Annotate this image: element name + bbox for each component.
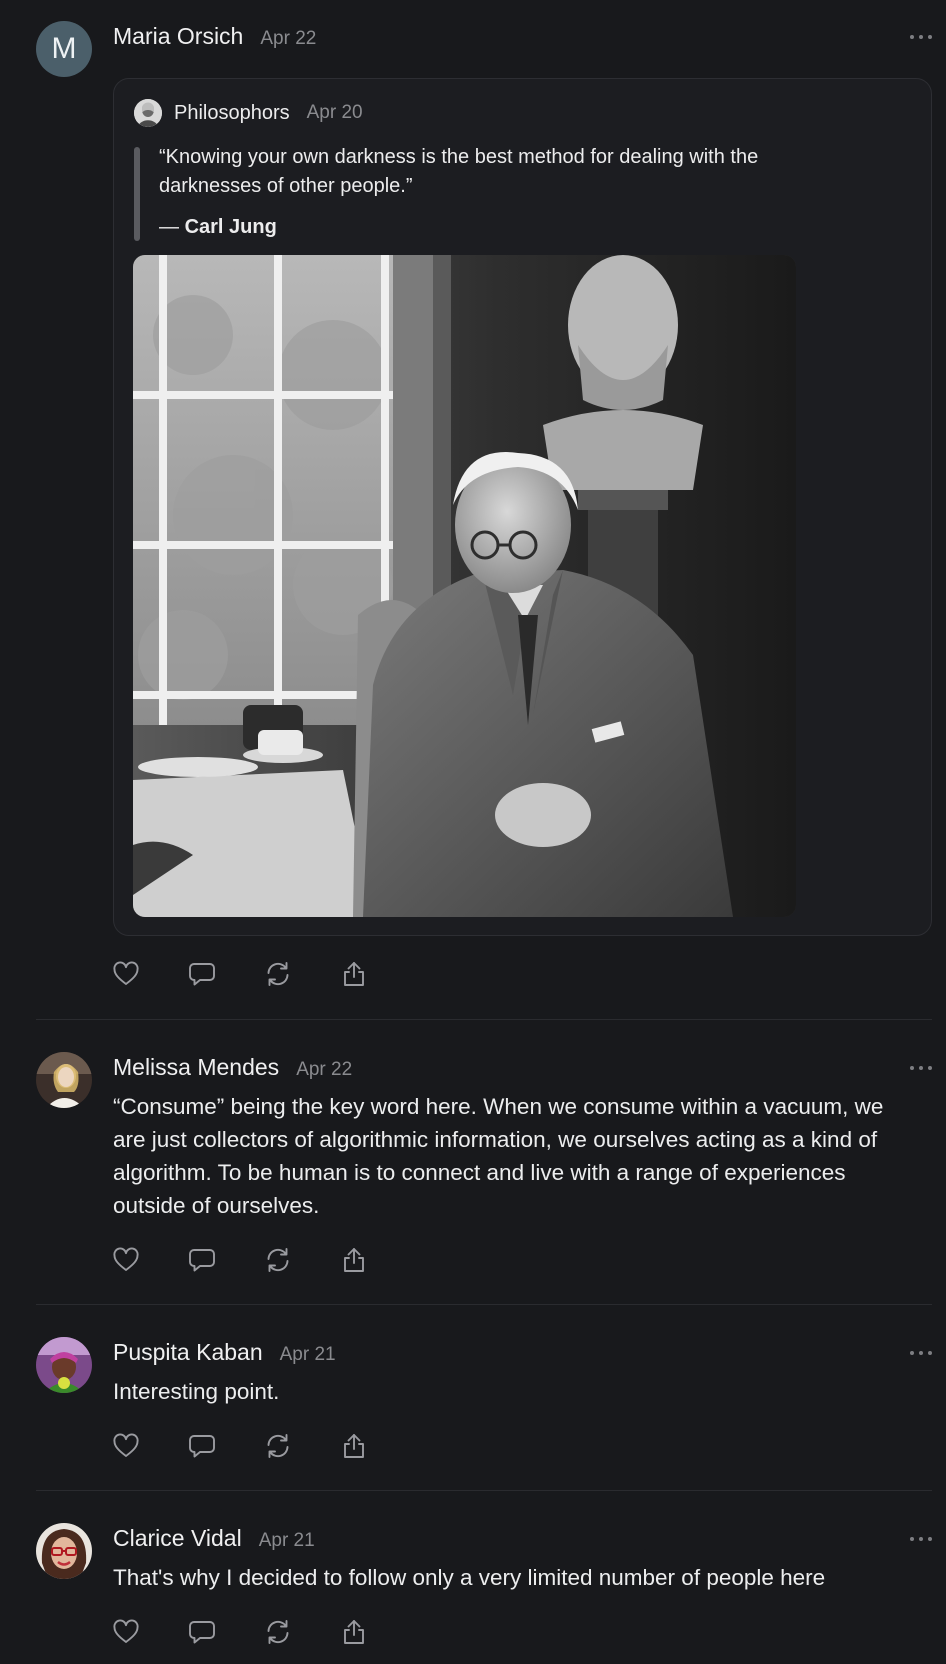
- author-name[interactable]: Maria Orsich: [113, 23, 243, 50]
- post-date[interactable]: Apr 21: [280, 1344, 336, 1366]
- avatar[interactable]: [134, 99, 162, 127]
- avatar[interactable]: [36, 1052, 92, 1108]
- post[interactable]: Clarice Vidal Apr 21 That's why I decide…: [36, 1523, 932, 1613]
- quote-bar: [134, 147, 140, 241]
- quoted-author-name[interactable]: Philosophors: [174, 102, 290, 125]
- heart-icon[interactable]: [112, 1246, 140, 1274]
- avatar[interactable]: [36, 1523, 92, 1579]
- share-upload-icon[interactable]: [340, 960, 368, 988]
- share-upload-icon[interactable]: [340, 1618, 368, 1646]
- repost-arrows-icon[interactable]: [264, 960, 292, 988]
- speech-bubble-icon[interactable]: [188, 1246, 216, 1274]
- post-actions: [112, 960, 368, 990]
- repost-arrows-icon[interactable]: [264, 1432, 292, 1460]
- post-text: That's why I decided to follow only a ve…: [113, 1565, 826, 1590]
- heart-icon[interactable]: [112, 960, 140, 988]
- post-date[interactable]: Apr 22: [260, 28, 316, 50]
- heart-icon[interactable]: [112, 1618, 140, 1646]
- divider: [36, 1490, 932, 1491]
- post-actions: [112, 1432, 368, 1462]
- divider: [36, 1019, 932, 1020]
- quote-text: “Knowing your own darkness is the best m…: [159, 146, 759, 197]
- share-upload-icon[interactable]: [340, 1432, 368, 1460]
- post[interactable]: Melissa Mendes Apr 22 “Consume” being th…: [36, 1052, 932, 1252]
- quote-author: — Carl Jung: [159, 216, 277, 239]
- avatar[interactable]: M: [36, 21, 92, 77]
- post-actions: [112, 1618, 368, 1648]
- repost-arrows-icon[interactable]: [264, 1618, 292, 1646]
- quoted-post-card[interactable]: Philosophors Apr 20 “Knowing your own da…: [113, 78, 932, 936]
- quote-dash: —: [159, 216, 185, 238]
- post-date[interactable]: Apr 22: [296, 1059, 352, 1081]
- post-text: Interesting point.: [113, 1379, 280, 1404]
- more-dots-icon[interactable]: [910, 1064, 932, 1072]
- author-name[interactable]: Clarice Vidal: [113, 1525, 242, 1552]
- post-actions: [112, 1246, 368, 1276]
- quoted-post-date[interactable]: Apr 20: [307, 102, 363, 124]
- author-name[interactable]: Melissa Mendes: [113, 1054, 279, 1081]
- speech-bubble-icon[interactable]: [188, 960, 216, 988]
- repost-arrows-icon[interactable]: [264, 1246, 292, 1274]
- post-date[interactable]: Apr 21: [259, 1530, 315, 1552]
- author-name[interactable]: Puspita Kaban: [113, 1339, 263, 1366]
- avatar[interactable]: [36, 1337, 92, 1393]
- more-dots-icon[interactable]: [910, 1349, 932, 1357]
- speech-bubble-icon[interactable]: [188, 1618, 216, 1646]
- thread-feed: M Maria Orsich Apr 22 Philosophors Apr 2…: [0, 0, 946, 1664]
- speech-bubble-icon[interactable]: [188, 1432, 216, 1460]
- share-upload-icon[interactable]: [340, 1246, 368, 1274]
- more-dots-icon[interactable]: [910, 33, 932, 41]
- quoted-photo[interactable]: [133, 255, 796, 917]
- quote-author-name: Carl Jung: [184, 216, 277, 238]
- more-dots-icon[interactable]: [910, 1535, 932, 1543]
- post[interactable]: Puspita Kaban Apr 21 Interesting point.: [36, 1337, 932, 1427]
- post-text: “Consume” being the key word here. When …: [113, 1094, 884, 1218]
- heart-icon[interactable]: [112, 1432, 140, 1460]
- divider: [36, 1304, 932, 1305]
